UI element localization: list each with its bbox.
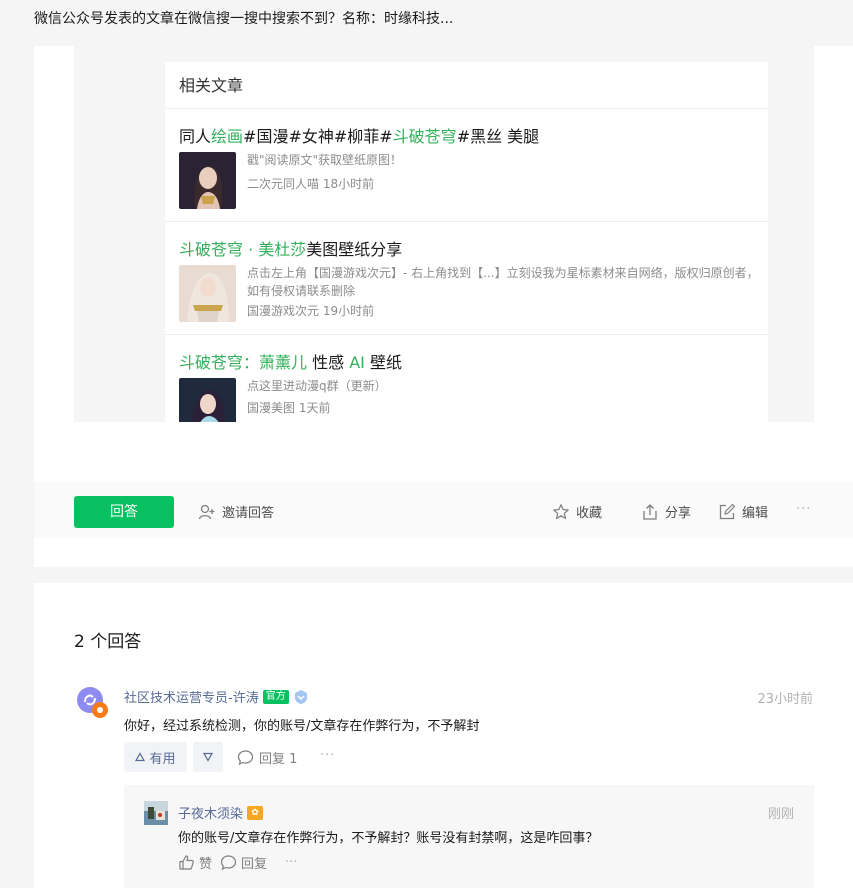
reply-button[interactable]: 回复 1 xyxy=(237,748,297,767)
triangle-down-icon xyxy=(203,752,213,762)
article-title[interactable]: 斗破苍穹：萧薰儿 性感 AI 壁纸 xyxy=(179,349,402,373)
invite-answer-button[interactable]: 邀请回答 xyxy=(198,502,274,521)
official-badge: 官方 xyxy=(262,689,289,704)
avatar[interactable] xyxy=(76,686,110,720)
more-actions-button[interactable]: ··· xyxy=(796,502,811,517)
article-thumbnail xyxy=(179,152,236,209)
article-snippet: 戳"阅读原文"获取壁纸原图！ xyxy=(247,153,403,167)
verified-icon xyxy=(294,689,307,704)
answer-author[interactable]: 社区技术运营专员-许涛 官方 xyxy=(124,687,309,706)
thumbs-up-icon xyxy=(179,855,194,870)
not-useful-button[interactable] xyxy=(193,742,223,772)
answer-text: 你好，经过系统检测，你的账号/文章存在作弊行为，不予解封 xyxy=(124,719,480,734)
star-icon xyxy=(553,503,569,519)
article-snippet: 点这里进动漫q群（更新） xyxy=(247,379,387,393)
level-badge-icon: ✿ xyxy=(247,805,264,820)
reply-thread: 子夜木须染 ✿ 刚刚 你的账号/文章存在作弊行为，不予解封？账号没有封禁啊，这是… xyxy=(124,785,814,888)
useful-button[interactable]: 有用 xyxy=(124,742,187,772)
reply-actions: 赞 回复 ··· xyxy=(178,853,297,872)
reply-time: 刚刚 xyxy=(767,807,794,822)
reply-text: 你的账号/文章存在作弊行为，不予解封？账号没有封禁啊，这是咋回事？ xyxy=(178,831,599,846)
share-button[interactable]: 分享 xyxy=(641,502,691,521)
answers-card: 2 个回答 社区技术运营专员-许涛 官方 23小时前 你好，经过系统检测，你的账… xyxy=(34,583,853,888)
related-articles-header: 相关文章 xyxy=(165,62,768,109)
reply-author[interactable]: 子夜木须染 ✿ xyxy=(178,803,264,822)
related-article[interactable]: 同人绘画#国漫#女神#柳菲#斗破苍穹#黑丝 美腿 戳"阅读原文"获取壁纸原图！ … xyxy=(165,109,768,222)
related-article[interactable]: 斗破苍穹 · 美杜莎美图壁纸分享 点击左上角【国漫游戏次元】- 右上角找到【..… xyxy=(165,222,768,335)
article-snippet: 点击左上角【国漫游戏次元】- 右上角找到【...】立刻设我为星标素材来自网络，版… xyxy=(247,266,759,298)
article-title[interactable]: 斗破苍穹 · 美杜莎美图壁纸分享 xyxy=(179,236,402,260)
edit-button[interactable]: 编辑 xyxy=(718,502,768,521)
article-title[interactable]: 同人绘画#国漫#女神#柳菲#斗破苍穹#黑丝 美腿 xyxy=(179,123,539,147)
edit-icon xyxy=(719,503,736,519)
comment-icon xyxy=(220,855,237,871)
question-image: 相关文章 同人绘画#国漫#女神#柳菲#斗破苍穹#黑丝 美腿 戳"阅读原文"获取壁… xyxy=(74,46,814,422)
like-button[interactable]: 赞 xyxy=(178,853,212,872)
question-action-bar: 回答 邀请回答 收藏 分享 编辑 ··· xyxy=(34,482,853,538)
answers-count: 2 个回答 xyxy=(74,632,142,652)
comment-icon xyxy=(237,750,254,766)
answer-time: 23小时前 xyxy=(757,692,813,707)
question-card: 相关文章 同人绘画#国漫#女神#柳菲#斗破苍穹#黑丝 美腿 戳"阅读原文"获取壁… xyxy=(34,46,853,567)
article-meta: 国漫游戏次元 19小时前 xyxy=(247,304,375,318)
article-thumbnail xyxy=(179,378,236,422)
reply-comment-button[interactable]: 回复 xyxy=(220,853,267,872)
article-thumbnail xyxy=(179,265,236,322)
related-articles-panel: 相关文章 同人绘画#国漫#女神#柳菲#斗破苍穹#黑丝 美腿 戳"阅读原文"获取壁… xyxy=(165,62,768,422)
related-article[interactable]: 斗破苍穹：萧薰儿 性感 AI 壁纸 点这里进动漫q群（更新） 国漫美图 1天前 xyxy=(165,335,768,422)
avatar[interactable] xyxy=(144,801,168,825)
article-meta: 二次元同人喵 18小时前 xyxy=(247,177,375,191)
triangle-up-icon xyxy=(135,752,146,762)
invite-user-icon xyxy=(198,504,215,519)
answer-more-button[interactable]: ··· xyxy=(320,748,335,763)
share-icon xyxy=(643,503,657,520)
article-meta: 国漫美图 1天前 xyxy=(247,401,331,415)
reply-more-button[interactable]: ··· xyxy=(285,855,297,870)
question-title: 微信公众号发表的文章在微信搜一搜中搜索不到？名称：时缘科技... xyxy=(34,11,454,27)
collect-button[interactable]: 收藏 xyxy=(552,502,602,521)
answer-button[interactable]: 回答 xyxy=(74,496,174,528)
